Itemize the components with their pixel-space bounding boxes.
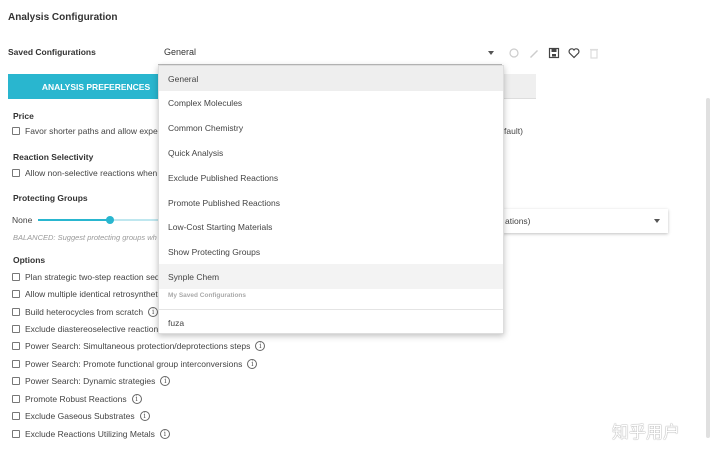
- watermark: 知乎用户: [612, 423, 680, 443]
- saved-configurations-dropdown: General Complex Molecules Common Chemistry…: [158, 65, 504, 334]
- protecting-slider-fill: [38, 219, 110, 221]
- checkbox[interactable]: [12, 395, 20, 403]
- option-label: Exclude diastereoselective reactions: [25, 324, 163, 334]
- page-title: Analysis Configuration: [8, 12, 118, 23]
- section-title-options: Options: [13, 255, 46, 265]
- vertical-scrollbar[interactable]: [706, 98, 710, 438]
- checkbox[interactable]: [12, 127, 20, 135]
- section-title-selectivity: Reaction Selectivity: [13, 152, 94, 162]
- refresh-icon[interactable]: [507, 47, 520, 60]
- edit-icon[interactable]: [527, 47, 540, 60]
- option-row[interactable]: Promote Robust Reactions i: [12, 394, 142, 404]
- dropdown-item[interactable]: Promote Published Reactions: [159, 190, 503, 215]
- option-label: Allow non-selective reactions when nec: [25, 168, 174, 178]
- config-toolbar: [507, 45, 600, 61]
- option-label: Power Search: Promote functional group i…: [25, 359, 243, 369]
- option-label: Favor shorter paths and allow expensiv: [25, 126, 173, 136]
- dropdown-item[interactable]: Synple Chem: [159, 264, 503, 290]
- saved-configurations-select[interactable]: General: [158, 41, 502, 65]
- chevron-down-icon: [654, 219, 660, 223]
- option-row[interactable]: Power Search: Dynamic strategies i: [12, 376, 171, 386]
- delete-icon[interactable]: [587, 47, 600, 60]
- checkbox[interactable]: [12, 377, 20, 385]
- info-icon[interactable]: i: [255, 341, 266, 351]
- protecting-groups-select[interactable]: ations): [503, 209, 668, 233]
- dropdown-item[interactable]: Common Chemistry: [159, 116, 503, 141]
- option-label: Exclude Reactions Utilizing Metals: [25, 429, 155, 439]
- info-icon[interactable]: i: [247, 359, 258, 369]
- option-row[interactable]: Build heterocycles from scratch i: [12, 307, 159, 317]
- option-row[interactable]: Exclude diastereoselective reactions: [12, 324, 163, 334]
- option-label: Plan strategic two-step reaction seque: [25, 272, 170, 282]
- saved-configurations-value: General: [164, 47, 197, 57]
- info-icon[interactable]: i: [131, 394, 142, 404]
- price-right-text: fault): [504, 126, 523, 136]
- protecting-groups-value: ations): [505, 216, 531, 226]
- option-label: Build heterocycles from scratch: [25, 307, 144, 317]
- dropdown-item[interactable]: Exclude Published Reactions: [159, 165, 503, 190]
- option-row[interactable]: Plan strategic two-step reaction seque: [12, 272, 169, 282]
- checkbox[interactable]: [12, 290, 20, 298]
- option-label: Power Search: Dynamic strategies: [25, 376, 156, 386]
- checkbox[interactable]: [12, 169, 20, 177]
- dropdown-group-label: My Saved Configurations: [168, 292, 247, 299]
- info-icon[interactable]: i: [159, 429, 170, 439]
- option-row[interactable]: Exclude Reactions Utilizing Metals i: [12, 429, 170, 439]
- dropdown-item[interactable]: Quick Analysis: [159, 140, 503, 165]
- info-icon[interactable]: i: [139, 411, 150, 421]
- heart-icon[interactable]: [567, 47, 580, 60]
- balanced-description: BALANCED: Suggest protecting groups wh: [13, 233, 157, 242]
- option-label: Promote Robust Reactions: [25, 394, 127, 404]
- dropdown-item[interactable]: Show Protecting Groups: [159, 240, 503, 265]
- dropdown-item[interactable]: Complex Molecules: [159, 91, 503, 116]
- dropdown-item[interactable]: Low-Cost Starting Materials: [159, 215, 503, 240]
- chevron-down-icon: [488, 51, 494, 55]
- section-title-protecting-groups: Protecting Groups: [13, 193, 88, 203]
- dropdown-saved-item[interactable]: fuza: [159, 310, 503, 335]
- info-icon[interactable]: i: [148, 307, 159, 317]
- checkbox[interactable]: [12, 360, 20, 368]
- option-row-selectivity[interactable]: Allow non-selective reactions when nec: [12, 168, 173, 178]
- save-icon[interactable]: [547, 47, 560, 60]
- option-row[interactable]: Power Search: Simultaneous protection/de…: [12, 341, 266, 351]
- dropdown-item[interactable]: General: [159, 66, 503, 91]
- section-title-price: Price: [13, 111, 34, 121]
- checkbox[interactable]: [12, 273, 20, 281]
- option-label: Power Search: Simultaneous protection/de…: [25, 341, 251, 351]
- checkbox[interactable]: [12, 342, 20, 350]
- saved-configurations-label: Saved Configurations: [8, 47, 96, 57]
- option-label: Exclude Gaseous Substrates: [25, 411, 135, 421]
- slider-min-label: None: [12, 215, 33, 225]
- option-row[interactable]: Exclude Gaseous Substrates i: [12, 411, 150, 421]
- checkbox[interactable]: [12, 412, 20, 420]
- protecting-slider-thumb[interactable]: [105, 216, 114, 224]
- option-label: Allow multiple identical retrosynthetic …: [25, 289, 170, 299]
- checkbox[interactable]: [12, 308, 20, 316]
- info-icon[interactable]: i: [160, 376, 171, 386]
- option-row[interactable]: Power Search: Promote functional group i…: [12, 359, 258, 369]
- checkbox[interactable]: [12, 325, 20, 333]
- option-row-price[interactable]: Favor shorter paths and allow expensiv: [12, 126, 173, 136]
- checkbox[interactable]: [12, 430, 20, 438]
- option-row[interactable]: Allow multiple identical retrosynthetic …: [12, 289, 169, 299]
